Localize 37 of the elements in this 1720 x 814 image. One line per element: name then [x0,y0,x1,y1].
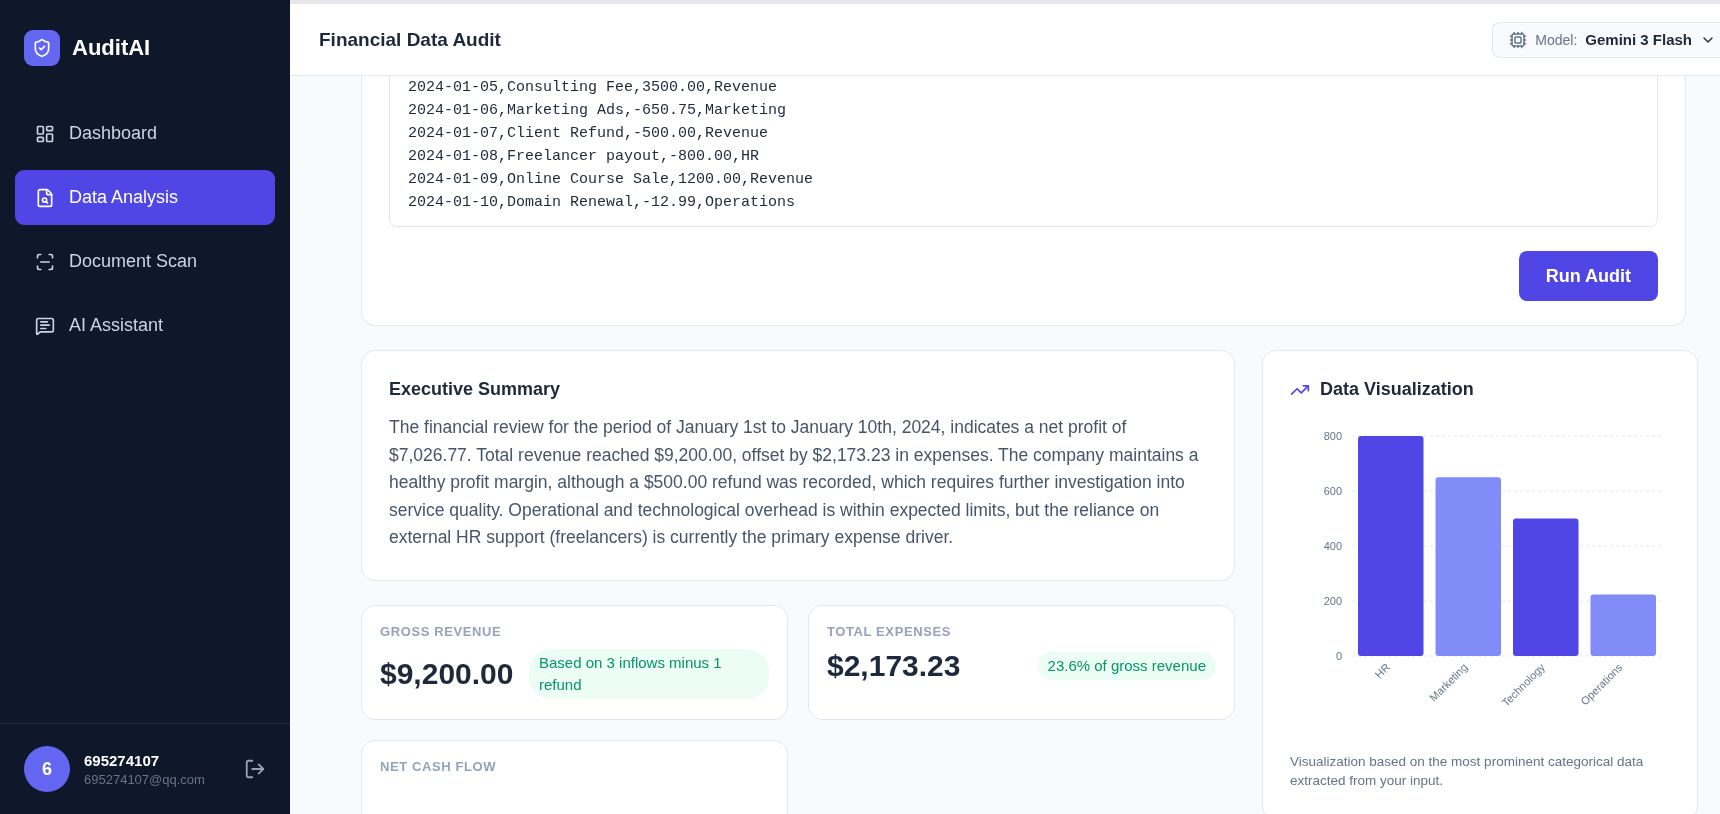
analysis-icon [35,187,55,208]
visualization-caption: Visualization based on the most prominent categorical data extracted from your input. [1290,753,1645,790]
user-avatar: 6 [24,746,70,792]
summary-text: The financial review for the period of January 1st to January 10th, 2024, indicates a net profit of $7,026.77. Total revenue reached $9,200.00, offset by $2,173.23 in expenses. The company maintains a healthy profit margin, although a $500.00 refund was recorded, which requires further investigation into service quality. Operational and technological overhead is within expected limits, but the reliance on external HR support (freelancers) is currently the primary expense driver. [389,416,1200,549]
user-email: 695274107@qq.com [84,771,206,787]
assistant-icon [35,315,55,336]
logout-button[interactable] [244,758,266,780]
axis-tick-label: 200 [1323,595,1342,607]
axis-tick-label: 400 [1323,540,1342,552]
visualization-title: Data Visualization [1320,379,1474,400]
axis-tick-label: 0 [1335,650,1342,662]
nav-item[interactable]: AI Assistant [15,298,275,353]
axis-tick-label: 800 [1323,430,1342,442]
chart-bar [1590,594,1656,656]
metric-note: Based on 3 inflows minus 1 refund [529,648,769,699]
scan-icon [35,251,55,272]
csv-input-field[interactable]: 2024-01-05,Consulting Fee,3500.00,Revenue 2024-01-06,Marketing Ads,-650.75,Marketing 2024-01-07,Client Refund,-500.00,Revenue 2024-01-08,Freelancer payout,-800.00,HR 2024-01-09,Online Course Sale,1200.00,Revenue 2024-01-10,Domain Renewal,-12.99,Operations [389,76,1658,227]
shield-icon [24,30,60,66]
model-selector[interactable]: Model: Gemini 3 Flash [1492,21,1720,58]
axis-category-label: HR [1372,660,1393,681]
chip-icon [1509,30,1528,49]
metric-note: 23.6% of gross revenue [1037,651,1216,680]
user-name: 695274107 [84,751,161,769]
metric-label: TOTAL EXPENSES [827,623,952,639]
metric-label: GROSS REVENUE [380,623,503,639]
metric-value: $2,173.23 [827,648,961,683]
summary-title: Executive Summary [389,379,562,400]
brand-name: AuditAI [72,35,151,61]
nav-item[interactable]: Data Analysis [15,170,275,225]
run-audit-button[interactable]: Run Audit [1518,251,1658,301]
axis-tick-label: 600 [1323,485,1342,497]
metric-label: NET CASH FLOW [380,758,498,774]
nav-item[interactable]: Dashboard [15,106,275,161]
dashboard-icon [35,123,55,144]
nav-item[interactable]: Document Scan [15,234,275,289]
page-title: Financial Data Audit [319,28,501,51]
metric-value: $9,200.00 [380,656,514,691]
